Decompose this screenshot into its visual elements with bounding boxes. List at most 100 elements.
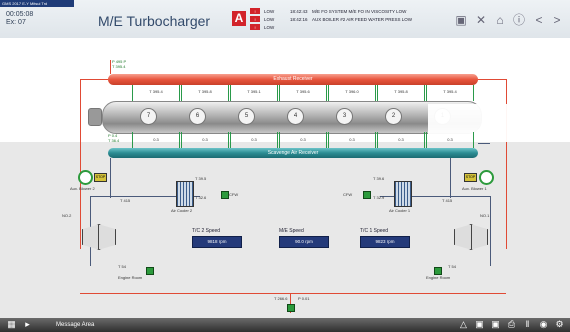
save-as-icon[interactable]: ▣ (490, 319, 501, 330)
engine-flywheel (88, 108, 102, 126)
turbo-2-air-in: T 54 (118, 264, 126, 269)
tc1-speed-value: 9823 rpm (360, 236, 410, 248)
aux-blower-2-label: Aux. Blower 2 (70, 186, 95, 191)
aux-blower-2-status: STOP (94, 173, 107, 182)
air-cooler-1-in: T 39.6 (373, 176, 385, 181)
exhaust-pipe (80, 79, 81, 249)
me-speed-label: M/E Speed (279, 228, 304, 234)
exhaust-receiver: Exhaust Receiver (108, 74, 478, 85)
exhaust-temp-cell: T 395.8 (181, 85, 229, 101)
scav-value-cell: 0.3 (181, 132, 229, 148)
air-pipe (110, 158, 111, 198)
scav-value-cell: 0.3 (328, 132, 376, 148)
alarm-level: LOW (264, 25, 275, 30)
exhaust-temp-cell: T 395.8 (377, 85, 425, 101)
exhaust-temp-cell: T 395.1 (230, 85, 278, 101)
exhaust-temp-cell: T 396.0 (328, 85, 376, 101)
tc1-speed-label: T/C 1 Speed (360, 228, 389, 234)
alarm-time: 18:42:16 (290, 17, 308, 22)
next-icon[interactable]: > (550, 13, 564, 27)
alarm-time: 18:42:43 (290, 9, 308, 14)
exhaust-temp-cell: T 395.4 (426, 85, 474, 101)
clock-time: 00:05:08 (6, 11, 34, 18)
cylinder[interactable]: 6 (189, 108, 206, 125)
air-cooler-2-label: Air Cooler 2 (171, 208, 193, 213)
3d-icon[interactable]: △ (458, 319, 469, 330)
bottom-bar: ▦ ▸ Message Area △ ▣ ▣ ⎙ ‖ ◉ ⚙ (0, 318, 570, 332)
clock: 00:05:08 Ex: 07 (6, 11, 33, 27)
air-cooler-2-in: T 39.5 (195, 176, 207, 181)
cylinder[interactable]: 2 (385, 108, 402, 125)
turbo-1-label: NO.1 (480, 213, 490, 218)
intake-1-valve[interactable] (434, 267, 442, 275)
page-title: M/E Turbocharger (98, 13, 211, 29)
print-icon[interactable]: ⎙ (506, 319, 517, 330)
turbo-1-gas-out: T 415 (442, 198, 453, 203)
cooler-1-cw: CFW (343, 192, 353, 197)
exhaust-pipe (478, 79, 506, 80)
air-cooler-1-label: Air Cooler 1 (389, 208, 411, 213)
cooler-1-valve[interactable] (363, 191, 371, 199)
cooler-2-valve[interactable] (221, 191, 229, 199)
alarm-button[interactable]: A (232, 11, 246, 26)
air-cooler-1[interactable] (394, 181, 412, 207)
alarm-level: LOW (264, 17, 275, 22)
tools-icon[interactable]: ✕ (474, 13, 488, 27)
scav-value-cell: 0.3 (230, 132, 278, 148)
scav-inlet-t: T 36.4 (108, 138, 120, 143)
exhaust-pipe (80, 293, 506, 294)
window-icon[interactable]: ▣ (454, 13, 468, 27)
aux-blower-1-status: STOP (464, 173, 477, 182)
cooler-2-cw: CFW (229, 192, 239, 197)
air-pipe (490, 196, 491, 266)
scav-value-cell: 0.3 (132, 132, 180, 148)
engine-room-1: Engine Room (426, 275, 451, 280)
save-icon[interactable]: ▣ (474, 319, 485, 330)
scav-value-cell: 0.3 (279, 132, 327, 148)
exhaust-temp-cell: T 395.6 (279, 85, 327, 101)
air-cooler-1-out: T 32.9 (373, 195, 385, 200)
funnel-temp: T 266.6 (274, 296, 288, 301)
tc1-speed: T/C 1 Speed 9823 rpm (360, 228, 410, 252)
cylinder[interactable]: 3 (336, 108, 353, 125)
air-cooler-2[interactable] (176, 181, 194, 207)
aux-blower-1-label: Aux. Blower 1 (462, 186, 487, 191)
top-bar: GMS 2017 E-Y Mitsui Trd 00:05:08 Ex: 07 … (0, 0, 570, 39)
alarm-message: M/E FO SYSTEM M/E FO IN VISCOSITY LOW (312, 9, 407, 14)
alarm-message: AUX BOILER #2 AIR FEED WATER PRESS LOW (312, 17, 413, 22)
alarm-severity: ! (250, 24, 260, 30)
cylinder[interactable]: 5 (238, 108, 255, 125)
cylinder[interactable]: 7 (140, 108, 157, 125)
window-title: GMS 2017 E-Y Mitsui Trd (0, 0, 74, 7)
scav-value-cell: 0.3 (377, 132, 425, 148)
clock-ex: Ex: 07 (6, 19, 26, 26)
air-pipe (450, 158, 451, 198)
arrow-icon[interactable]: ▸ (22, 319, 33, 330)
alarm-severity: ! (250, 16, 260, 22)
settings-icon[interactable]: ⚙ (554, 319, 565, 330)
aux-blower-2[interactable] (78, 170, 93, 185)
trend-icon[interactable]: ‖ (522, 319, 533, 330)
scav-value-cell: 0.3 (426, 132, 474, 148)
camera-icon[interactable]: ◉ (538, 319, 549, 330)
grid-menu-icon[interactable]: ▦ (6, 319, 17, 330)
alarm-severity: ! (250, 8, 260, 14)
aux-blower-1[interactable] (479, 170, 494, 185)
turbo-1-air-in: T 54 (448, 264, 456, 269)
message-area: Message Area (56, 322, 95, 328)
me-speed: M/E Speed 90.0 rpm (279, 228, 329, 252)
tc2-speed-value: 9818 rpm (192, 236, 242, 248)
turbo-2-gas-out: T 415 (120, 198, 131, 203)
funnel-valve[interactable] (287, 304, 295, 312)
scavenge-air-receiver: Scavenge Air Receiver (108, 148, 478, 158)
intake-2-valve[interactable] (146, 267, 154, 275)
info-icon[interactable]: ⓘ (512, 13, 526, 27)
prev-icon[interactable]: < (532, 13, 546, 27)
alarm-level: LOW (264, 9, 275, 14)
turbo-2-label: NO.2 (62, 213, 72, 218)
exhaust-pipe (80, 79, 108, 80)
home-icon[interactable]: ⌂ (493, 13, 507, 27)
cylinder[interactable]: 4 (287, 108, 304, 125)
funnel-press: P 0.01 (298, 296, 310, 301)
exhaust-pipe (110, 60, 111, 74)
